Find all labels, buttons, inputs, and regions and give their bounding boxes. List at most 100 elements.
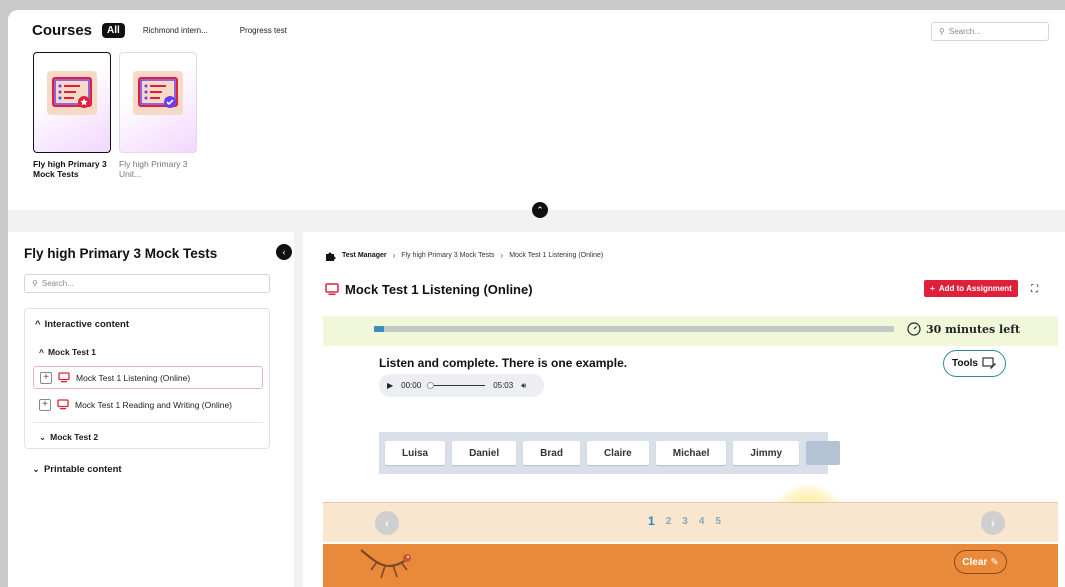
audio-seek-handle[interactable] — [427, 382, 435, 389]
courses-title: Courses — [32, 22, 93, 39]
volume-icon[interactable]: 🔊︎ — [521, 381, 526, 391]
question-instruction: Listen and complete. There is one exampl… — [379, 356, 628, 370]
page-title-text: Mock Test 1 Listening (Online) — [345, 282, 533, 297]
clear-label: Clear — [962, 556, 988, 568]
page-number[interactable]: 5 — [715, 516, 721, 528]
progress-band: 30 minutes left — [323, 316, 1058, 346]
chevron-up-icon: ^ — [39, 347, 44, 357]
audio-seek-slider[interactable] — [427, 382, 486, 389]
app-frame: Courses All Richmond intern... Progress … — [8, 10, 1065, 587]
page-number[interactable]: 4 — [699, 516, 705, 528]
group-label: Mock Test 2 — [50, 432, 99, 442]
group-mock-test-1[interactable]: ^ Mock Test 1 — [39, 347, 96, 357]
page-number[interactable]: 2 — [666, 516, 672, 528]
audio-duration: 05:03 — [493, 381, 514, 390]
section-interactive-content[interactable]: ^ Interactive content — [35, 319, 129, 330]
monitor-icon — [57, 399, 69, 410]
empty-word-slot[interactable] — [806, 441, 841, 465]
tree-item-reading-writing[interactable]: + Mock Test 1 Reading and Writing (Onlin… — [33, 393, 263, 416]
eraser-icon: ✎ — [990, 556, 999, 568]
next-page-button[interactable]: › — [981, 511, 1005, 535]
search-placeholder: Search... — [948, 27, 981, 36]
section-label: Printable content — [43, 464, 122, 475]
word-bank: Luisa Daniel Brad Claire Michael Jimmy — [379, 432, 841, 474]
section-printable-content[interactable]: ⌄ Printable content — [32, 464, 122, 475]
content-sidebar: Fly high Primary 3 Mock Tests ‹ ⚲ Search… — [8, 232, 294, 587]
sidebar-title: Fly high Primary 3 Mock Tests — [24, 246, 218, 261]
tools-button[interactable]: Tools — [943, 350, 1006, 377]
course-tab-richmond[interactable]: Richmond intern... — [143, 26, 208, 35]
add-icon[interactable]: + — [40, 371, 52, 384]
progress-fill — [374, 326, 385, 332]
timer: 30 minutes left — [907, 322, 1020, 336]
page-title: Mock Test 1 Listening (Online) — [325, 282, 533, 297]
chevron-left-icon: ‹ — [282, 247, 286, 257]
word-chip[interactable]: Jimmy — [733, 441, 800, 465]
course-thumbnail — [33, 52, 111, 153]
group-mock-test-2[interactable]: ⌄ Mock Test 2 — [39, 432, 98, 443]
progress-bar — [374, 326, 894, 332]
course-card-mock-tests[interactable]: Fly high Primary 3 Mock Tests — [33, 52, 111, 179]
test-sheet-icon — [47, 71, 97, 115]
sidebar-search-input[interactable]: ⚲ Search... — [24, 274, 270, 293]
collapse-sidebar-button[interactable]: ‹ — [276, 244, 292, 260]
add-icon[interactable]: + — [39, 398, 51, 411]
section-label: Interactive content — [44, 319, 130, 330]
breadcrumb-course[interactable]: Fly high Primary 3 Mock Tests — [401, 252, 494, 259]
word-chip[interactable]: Daniel — [452, 441, 517, 465]
add-to-assignment-button[interactable]: + Add to Assignment — [924, 280, 1018, 297]
clock-icon — [907, 322, 921, 336]
clear-button[interactable]: Clear ✎ — [954, 550, 1007, 574]
search-icon: ⚲ — [939, 27, 945, 36]
group-label: Mock Test 1 — [47, 347, 96, 357]
monitor-icon — [58, 372, 70, 383]
breadcrumb-separator-icon: › — [392, 251, 396, 260]
monitor-icon — [325, 283, 339, 295]
content-tree: ^ Interactive content ^ Mock Test 1 + Mo… — [24, 308, 270, 449]
page-number[interactable]: 1 — [648, 514, 655, 528]
test-sheet-check-icon — [133, 71, 183, 115]
page-number[interactable]: 3 — [682, 516, 688, 528]
add-to-assignment-label: Add to Assignment — [938, 284, 1012, 293]
chevron-up-icon: ^ — [35, 319, 41, 330]
divider — [33, 422, 263, 423]
tree-item-label: Mock Test 1 Listening (Online) — [76, 372, 191, 383]
tree-item-listening[interactable]: + Mock Test 1 Listening (Online) — [33, 366, 263, 389]
test-main-panel: Test Manager › Fly high Primary 3 Mock T… — [303, 232, 1065, 587]
tools-label: Tools — [952, 358, 978, 369]
search-placeholder: Search... — [41, 279, 74, 288]
collapse-courses-button[interactable]: ⌃ — [532, 202, 548, 218]
puzzle-icon — [326, 252, 336, 261]
prev-page-button[interactable]: ‹ — [375, 511, 399, 535]
breadcrumb-test-manager[interactable]: Test Manager — [342, 252, 387, 259]
audio-current-time: 00:00 — [401, 381, 422, 390]
course-card-unit[interactable]: Fly high Primary 3 Unit... — [119, 52, 197, 179]
search-icon: ⚲ — [32, 279, 38, 288]
lizard-illustration — [360, 549, 411, 579]
word-chip[interactable]: Claire — [586, 441, 649, 465]
pagination-bar: ‹ 1 2 3 4 5 › — [323, 502, 1058, 542]
breadcrumb-current: Mock Test 1 Listening (Online) — [509, 252, 604, 259]
course-search-input[interactable]: ⚲ Search... — [931, 22, 1049, 41]
word-chip[interactable]: Luisa — [385, 441, 446, 465]
filter-all-button[interactable]: All — [102, 23, 125, 38]
breadcrumb-separator-icon: › — [500, 251, 504, 260]
chevron-right-icon: › — [991, 516, 995, 530]
chevron-up-icon: ⌃ — [536, 204, 544, 215]
course-card-title: Fly high Primary 3 Mock Tests — [33, 159, 107, 179]
course-card-title: Fly high Primary 3 Unit... — [119, 159, 188, 179]
play-icon[interactable]: ▶ — [387, 381, 393, 390]
page-numbers: 1 2 3 4 5 — [648, 514, 721, 528]
timer-text: 30 minutes left — [926, 322, 1021, 336]
chevron-down-icon: ⌄ — [32, 464, 40, 475]
chevron-down-icon: ⌄ — [39, 432, 47, 442]
chevron-left-icon: ‹ — [385, 516, 389, 530]
word-chip[interactable]: Brad — [523, 441, 580, 465]
fullscreen-icon[interactable]: ⛶ — [1031, 284, 1038, 295]
course-tab-progress-test[interactable]: Progress test — [240, 26, 287, 35]
pencil-note-icon — [982, 357, 996, 369]
tree-item-label: Mock Test 1 Reading and Writing (Online) — [75, 399, 233, 410]
courses-header: Courses All Richmond intern... Progress … — [32, 22, 309, 39]
plus-icon: + — [930, 284, 935, 293]
word-chip[interactable]: Michael — [655, 441, 727, 465]
